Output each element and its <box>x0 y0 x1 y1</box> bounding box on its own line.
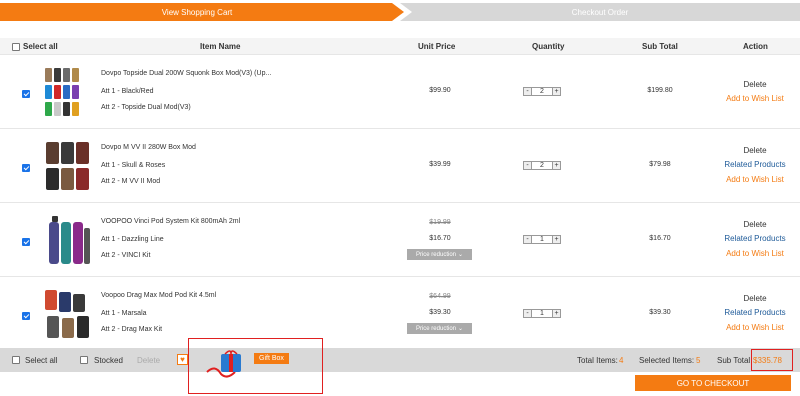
qty-input[interactable]: 1 <box>532 235 552 244</box>
add-to-wish-list-link[interactable]: Add to Wish List <box>715 175 795 184</box>
col-action: Action <box>743 42 768 51</box>
total-items-count: 4 <box>619 356 624 365</box>
col-item-name: Item Name <box>200 42 241 51</box>
price-reduction-dropdown[interactable]: Price reduction ⌄ <box>407 249 472 260</box>
delete-link[interactable]: Delete <box>715 146 795 155</box>
delete-link[interactable]: Delete <box>715 220 795 229</box>
cart-table-header: Select all Item Name Unit Price Quantity… <box>0 38 800 55</box>
product-name[interactable]: Voopoo Drag Max Mod Pod Kit 4.5ml <box>101 292 216 299</box>
select-all-checkbox[interactable] <box>12 42 20 51</box>
row-subtotal: $79.98 <box>649 161 671 168</box>
cart-footer: Select all Stocked Delete ♥ Gift Box Tot… <box>0 348 800 378</box>
qty-minus-button[interactable]: - <box>523 161 532 170</box>
unit-price: $16.70 <box>429 235 451 242</box>
row-subtotal: $199.80 <box>647 87 673 94</box>
col-unit-price: Unit Price <box>418 42 456 51</box>
related-products-link[interactable]: Related Products <box>715 160 795 169</box>
row-checkbox[interactable] <box>22 238 30 246</box>
row-checkbox[interactable] <box>22 312 30 320</box>
row-subtotal: $39.30 <box>649 309 671 316</box>
product-image[interactable] <box>42 288 92 342</box>
unit-price: $39.30 <box>429 309 451 316</box>
product-name[interactable]: Dovpo Topside Dual 200W Squonk Box Mod(V… <box>101 70 271 77</box>
step-checkout-order[interactable]: Checkout Order <box>400 3 800 21</box>
row-checkbox[interactable] <box>22 164 30 172</box>
qty-minus-button[interactable]: - <box>523 309 532 318</box>
quantity-stepper: - 1 + <box>523 235 561 244</box>
chevron-down-icon: ⌄ <box>458 326 464 332</box>
heart-icon[interactable]: ♥ <box>177 354 188 365</box>
product-image[interactable] <box>42 140 92 194</box>
product-att1: Att 1 - Black/Red <box>101 88 154 95</box>
related-products-link[interactable]: Related Products <box>715 308 795 317</box>
cart-row: Dovpo Topside Dual 200W Squonk Box Mod(V… <box>0 56 800 129</box>
selected-items-count: 5 <box>696 356 701 365</box>
col-sub-total: Sub Total <box>642 42 678 51</box>
unit-price: $99.90 <box>429 87 451 94</box>
total-items-label: Total Items: <box>577 356 618 365</box>
price-reduction-dropdown[interactable]: Price reduction ⌄ <box>407 323 472 334</box>
product-image[interactable] <box>42 214 92 268</box>
selected-items-label: Selected Items: <box>639 356 695 365</box>
qty-plus-button[interactable]: + <box>552 87 561 96</box>
unit-price: $39.99 <box>429 161 451 168</box>
qty-minus-button[interactable]: - <box>523 235 532 244</box>
footer-delete-button[interactable]: Delete <box>137 356 160 365</box>
qty-input[interactable]: 1 <box>532 309 552 318</box>
row-subtotal: $16.70 <box>649 235 671 242</box>
product-att2: Att 2 - M VV II Mod <box>101 178 161 185</box>
add-to-wish-list-link[interactable]: Add to Wish List <box>715 249 795 258</box>
product-name[interactable]: VOOPOO Vinci Pod System Kit 800mAh 2ml <box>101 218 240 225</box>
qty-input[interactable]: 2 <box>532 87 552 96</box>
qty-plus-button[interactable]: + <box>552 235 561 244</box>
select-all-header[interactable]: Select all <box>12 38 58 55</box>
chevron-down-icon: ⌄ <box>458 252 464 258</box>
go-to-checkout-button[interactable]: GO TO CHECKOUT <box>635 375 791 391</box>
qty-plus-button[interactable]: + <box>552 161 561 170</box>
quantity-stepper: - 2 + <box>523 87 561 96</box>
original-price: $64.99 <box>429 293 451 300</box>
quantity-stepper: - 2 + <box>523 161 561 170</box>
product-att1: Att 1 - Skull & Roses <box>101 162 166 169</box>
checkout-steps: View Shopping Cart Checkout Order <box>0 3 800 21</box>
delete-link[interactable]: Delete <box>715 294 795 303</box>
product-att2: Att 2 - VINCI Kit <box>101 252 151 259</box>
qty-input[interactable]: 2 <box>532 161 552 170</box>
gift-highlight-box <box>188 338 323 394</box>
subtotal-highlight-box <box>751 349 793 371</box>
sub-total-label: Sub Total: <box>717 356 753 365</box>
delete-link[interactable]: Delete <box>715 80 795 89</box>
cart-row: Dovpo M VV II 280W Box Mod Att 1 - Skull… <box>0 130 800 203</box>
product-att1: Att 1 - Dazzling Line <box>101 236 164 243</box>
product-att2: Att 2 - Topside Dual Mod(V3) <box>101 104 191 111</box>
footer-select-all-checkbox[interactable] <box>12 356 20 364</box>
row-checkbox[interactable] <box>22 90 30 98</box>
add-to-wish-list-link[interactable]: Add to Wish List <box>715 323 795 332</box>
cart-row: Voopoo Drag Max Mod Pod Kit 4.5ml Att 1 … <box>0 278 800 351</box>
product-image[interactable] <box>42 66 92 120</box>
footer-select-all-label[interactable]: Select all <box>25 356 57 365</box>
quantity-stepper: - 1 + <box>523 309 561 318</box>
product-name[interactable]: Dovpo M VV II 280W Box Mod <box>101 144 196 151</box>
stocked-label[interactable]: Stocked <box>94 356 123 365</box>
product-att2: Att 2 - Drag Max Kit <box>101 326 163 333</box>
original-price: $19.99 <box>429 219 451 226</box>
qty-minus-button[interactable]: - <box>523 87 532 96</box>
step-view-cart[interactable]: View Shopping Cart <box>0 3 404 21</box>
price-reduction-label: Price reduction <box>415 325 456 332</box>
add-to-wish-list-link[interactable]: Add to Wish List <box>715 94 795 103</box>
price-reduction-label: Price reduction <box>415 251 456 258</box>
cart-row: VOOPOO Vinci Pod System Kit 800mAh 2ml A… <box>0 204 800 277</box>
select-all-label: Select all <box>23 42 58 51</box>
related-products-link[interactable]: Related Products <box>715 234 795 243</box>
stocked-checkbox[interactable] <box>80 356 88 364</box>
col-quantity: Quantity <box>532 42 565 51</box>
product-att1: Att 1 - Marsala <box>101 310 147 317</box>
qty-plus-button[interactable]: + <box>552 309 561 318</box>
